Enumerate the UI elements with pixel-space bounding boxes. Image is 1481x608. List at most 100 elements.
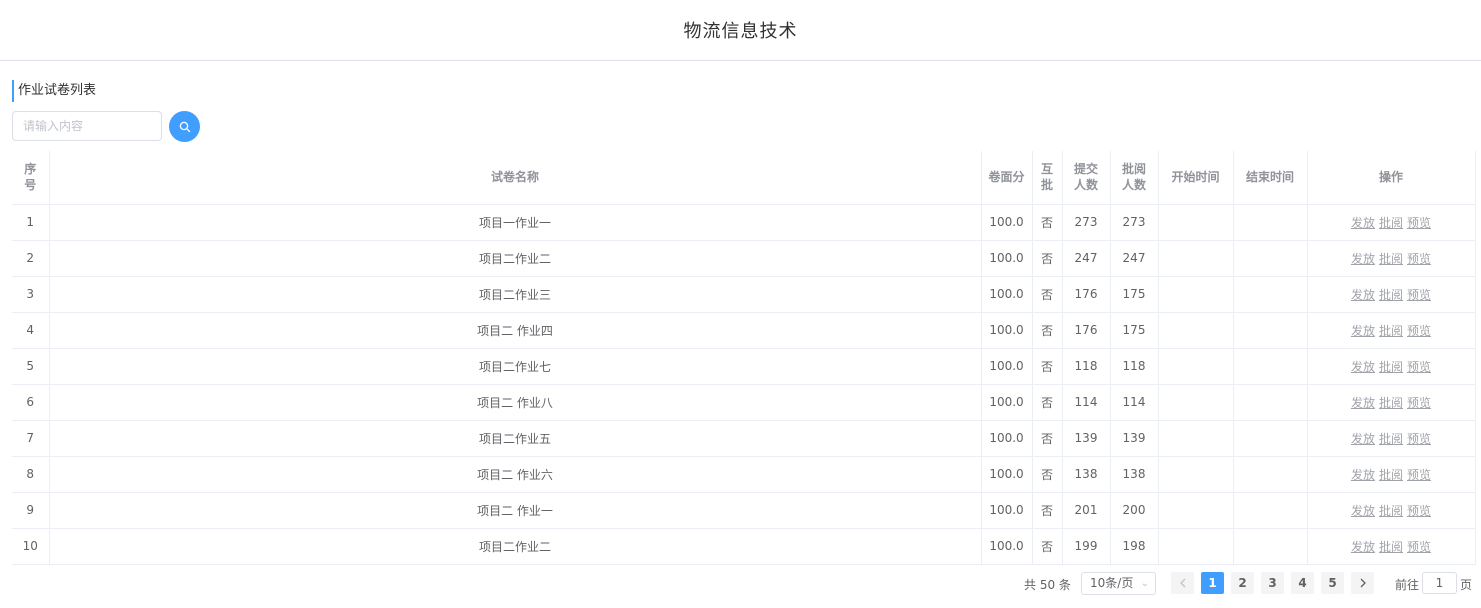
row-index: 5 (12, 348, 50, 385)
publish-link[interactable]: 发放 (1351, 360, 1375, 374)
review-link[interactable]: 批阅 (1379, 432, 1403, 446)
publish-link[interactable]: 发放 (1351, 396, 1375, 410)
reviewed-count: 200 (1110, 492, 1159, 529)
row-actions: 发放 批阅 预览 (1307, 456, 1476, 493)
publish-link[interactable]: 发放 (1351, 252, 1375, 266)
column-header: 批阅 人数 (1110, 151, 1159, 205)
submitted-count: 247 (1062, 240, 1111, 277)
end-time (1233, 204, 1308, 241)
review-link[interactable]: 批阅 (1379, 540, 1403, 554)
preview-link[interactable]: 预览 (1407, 432, 1431, 446)
reviewed-count: 175 (1110, 276, 1159, 313)
search-button[interactable] (169, 111, 200, 142)
table-row[interactable]: 4 项目二 作业四 100.0 否 176 175 发放 批阅 预览 (12, 312, 1476, 349)
preview-link[interactable]: 预览 (1407, 216, 1431, 230)
preview-link[interactable]: 预览 (1407, 324, 1431, 338)
table-row[interactable]: 5 项目二作业七 100.0 否 118 118 发放 批阅 预览 (12, 348, 1476, 385)
page-button-2[interactable]: 2 (1231, 572, 1254, 594)
row-index: 1 (12, 204, 50, 241)
table-row[interactable]: 1 项目一作业一 100.0 否 273 273 发放 批阅 预览 (12, 204, 1476, 241)
next-page-button[interactable] (1351, 572, 1374, 594)
exam-table: 序号试卷名称 卷面分互批提交 人数 批阅 人数 开始时间 结束时间 操作 1 项目一作业一 100… (12, 151, 1476, 565)
end-time (1233, 384, 1308, 421)
row-index: 8 (12, 456, 50, 493)
preview-link[interactable]: 预览 (1407, 288, 1431, 302)
table-row[interactable]: 10 项目二作业二 100.0 否 199 198 发放 批阅 预览 (12, 528, 1476, 565)
page-button-5[interactable]: 5 (1321, 572, 1344, 594)
search-icon (179, 121, 190, 132)
end-time (1233, 348, 1308, 385)
end-time (1233, 312, 1308, 349)
page-button-3[interactable]: 3 (1261, 572, 1284, 594)
table-body: 1 项目一作业一 100.0 否 273 273 发放 批阅 预览 2 项目二作业二 100.0 否 24… (12, 204, 1476, 565)
row-actions: 发放 批阅 预览 (1307, 384, 1476, 421)
exam-name: 项目二 作业六 (49, 456, 982, 493)
row-actions: 发放 批阅 预览 (1307, 420, 1476, 457)
page-size-select[interactable]: 10条/页 ⌄ (1081, 572, 1156, 595)
publish-link[interactable]: 发放 (1351, 216, 1375, 230)
peer-review: 否 (1032, 312, 1063, 349)
start-time (1158, 492, 1234, 529)
row-actions: 发放 批阅 预览 (1307, 492, 1476, 529)
exam-name: 项目二作业五 (49, 420, 982, 457)
column-header: 提交 人数 (1062, 151, 1111, 205)
review-link[interactable]: 批阅 (1379, 324, 1403, 338)
column-header: 操作 (1307, 151, 1476, 205)
publish-link[interactable]: 发放 (1351, 504, 1375, 518)
review-link[interactable]: 批阅 (1379, 288, 1403, 302)
publish-link[interactable]: 发放 (1351, 540, 1375, 554)
full-score: 100.0 (981, 276, 1033, 313)
page-button-4[interactable]: 4 (1291, 572, 1314, 594)
review-link[interactable]: 批阅 (1379, 504, 1403, 518)
preview-link[interactable]: 预览 (1407, 468, 1431, 482)
submitted-count: 273 (1062, 204, 1111, 241)
table-row[interactable]: 3 项目二作业三 100.0 否 176 175 发放 批阅 预览 (12, 276, 1476, 313)
row-actions: 发放 批阅 预览 (1307, 204, 1476, 241)
reviewed-count: 198 (1110, 528, 1159, 565)
row-index: 6 (12, 384, 50, 421)
prev-page-button[interactable] (1171, 572, 1194, 594)
pagination-total: 共 50 条 (1024, 578, 1071, 592)
review-link[interactable]: 批阅 (1379, 360, 1403, 374)
reviewed-count: 273 (1110, 204, 1159, 241)
review-link[interactable]: 批阅 (1379, 468, 1403, 482)
page-size-value: 10条/页 (1090, 576, 1134, 590)
peer-review: 否 (1032, 384, 1063, 421)
preview-link[interactable]: 预览 (1407, 252, 1431, 266)
table-row[interactable]: 9 项目二 作业一 100.0 否 201 200 发放 批阅 预览 (12, 492, 1476, 529)
submitted-count: 139 (1062, 420, 1111, 457)
reviewed-count: 114 (1110, 384, 1159, 421)
peer-review: 否 (1032, 456, 1063, 493)
pagination: 共 50 条 10条/页 ⌄ 12345 前往 页 (0, 572, 1481, 596)
submitted-count: 199 (1062, 528, 1111, 565)
row-index: 10 (12, 528, 50, 565)
review-link[interactable]: 批阅 (1379, 396, 1403, 410)
page-button-1[interactable]: 1 (1201, 572, 1224, 594)
start-time (1158, 312, 1234, 349)
goto-suffix: 页 (1460, 578, 1473, 592)
end-time (1233, 492, 1308, 529)
review-link[interactable]: 批阅 (1379, 252, 1403, 266)
preview-link[interactable]: 预览 (1407, 540, 1431, 554)
goto-page-input[interactable] (1422, 572, 1457, 594)
full-score: 100.0 (981, 384, 1033, 421)
column-header: 开始时间 (1158, 151, 1234, 205)
table-row[interactable]: 8 项目二 作业六 100.0 否 138 138 发放 批阅 预览 (12, 456, 1476, 493)
preview-link[interactable]: 预览 (1407, 396, 1431, 410)
table-row[interactable]: 2 项目二作业二 100.0 否 247 247 发放 批阅 预览 (12, 240, 1476, 277)
table-row[interactable]: 6 项目二 作业八 100.0 否 114 114 发放 批阅 预览 (12, 384, 1476, 421)
publish-link[interactable]: 发放 (1351, 288, 1375, 302)
preview-link[interactable]: 预览 (1407, 360, 1431, 374)
publish-link[interactable]: 发放 (1351, 432, 1375, 446)
reviewed-count: 247 (1110, 240, 1159, 277)
chevron-left-icon (1179, 578, 1185, 588)
review-link[interactable]: 批阅 (1379, 216, 1403, 230)
table-row[interactable]: 7 项目二作业五 100.0 否 139 139 发放 批阅 预览 (12, 420, 1476, 457)
publish-link[interactable]: 发放 (1351, 468, 1375, 482)
full-score: 100.0 (981, 456, 1033, 493)
preview-link[interactable]: 预览 (1407, 504, 1431, 518)
app-header: 物流信息技术 (0, 0, 1481, 61)
start-time (1158, 528, 1234, 565)
publish-link[interactable]: 发放 (1351, 324, 1375, 338)
search-input[interactable] (12, 111, 162, 141)
